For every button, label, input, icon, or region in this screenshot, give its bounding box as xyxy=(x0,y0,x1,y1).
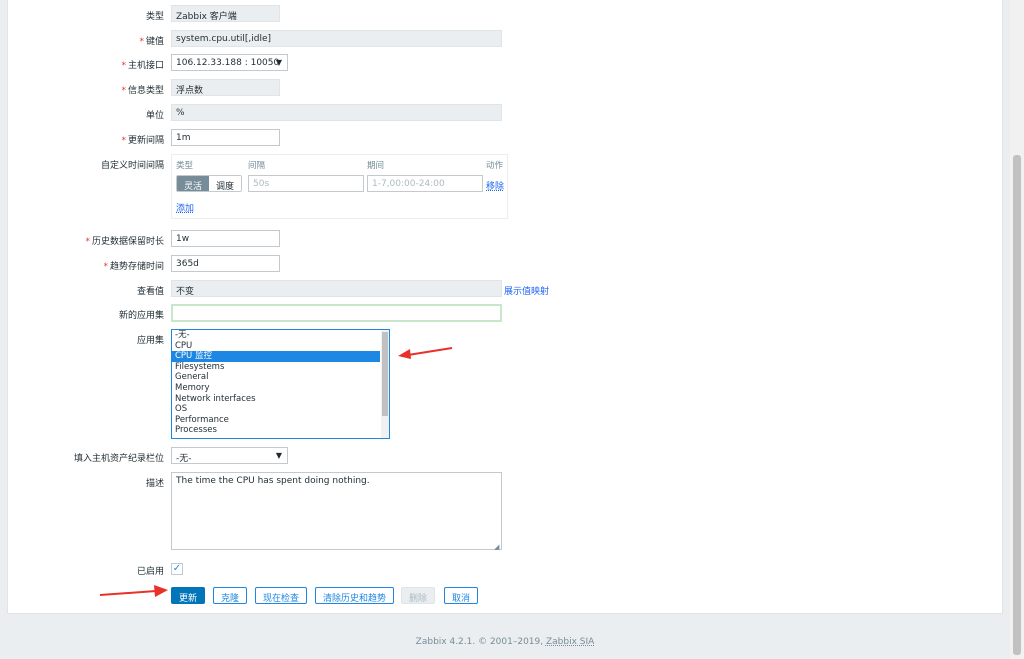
listbox-scrollbar-thumb[interactable] xyxy=(382,332,388,416)
show-value-mappings-link[interactable]: 展示值映射 xyxy=(504,284,549,297)
enabled-label: 已启用 xyxy=(136,567,164,577)
inventory-select[interactable]: -无- ▼ xyxy=(171,447,288,464)
type-field: Zabbix 客户端 xyxy=(171,5,280,22)
check-now-button[interactable]: 现在检查 xyxy=(255,587,308,604)
resize-handle-icon[interactable]: ◢ xyxy=(494,543,499,551)
remove-interval-link[interactable]: 移除 xyxy=(486,179,504,192)
annotation-arrow-right-icon xyxy=(99,585,168,597)
interval-type-toggle: 灵活 调度 xyxy=(176,175,243,192)
application-option[interactable]: -无- xyxy=(172,330,389,341)
caret-down-icon: ▼ xyxy=(275,58,282,67)
applications-label: 应用集 xyxy=(136,336,164,346)
application-option-selected[interactable]: CPU 监控 xyxy=(172,351,380,362)
units-label: 单位 xyxy=(145,111,164,121)
application-option[interactable]: Filesystems xyxy=(172,362,389,373)
col-interval-header: 间隔 xyxy=(248,161,266,171)
clone-button[interactable]: 克隆 xyxy=(213,587,248,604)
application-option[interactable]: CPU xyxy=(172,341,389,352)
footer-text: Zabbix 4.2.1. © 2001–2019, xyxy=(415,637,546,647)
application-option[interactable]: Memory xyxy=(172,383,389,394)
custom-interval-input[interactable]: 50s xyxy=(248,175,364,192)
required-mark: * xyxy=(121,136,126,146)
update-button[interactable]: 更新 xyxy=(171,587,206,604)
cancel-button[interactable]: 取消 xyxy=(444,587,479,604)
interface-label: * 主机接口 xyxy=(121,58,164,71)
application-option[interactable]: OS xyxy=(172,404,389,415)
scheduling-option[interactable]: 调度 xyxy=(209,176,242,191)
type-label: 类型 xyxy=(145,12,164,22)
clear-history-button[interactable]: 清除历史和趋势 xyxy=(315,587,395,604)
footer: Zabbix 4.2.1. © 2001–2019, Zabbix SIA xyxy=(0,637,1010,647)
custom-period-input[interactable]: 1-7,00:00-24:00 xyxy=(367,175,483,192)
col-type-header: 类型 xyxy=(176,161,194,171)
delete-button: 删除 xyxy=(401,587,436,604)
application-option[interactable]: General xyxy=(172,372,389,383)
enabled-checkbox[interactable]: ✓ xyxy=(171,563,183,575)
trends-input[interactable]: 365d xyxy=(171,255,280,272)
col-period-header: 期间 xyxy=(367,161,385,171)
valuemap-field: 不变 xyxy=(171,280,502,297)
custom-intervals-table: 类型 间隔 期间 动作 灵活 调度 50s 1-7,00:00-24:00 移除… xyxy=(171,154,508,219)
info-type-label: * 信息类型 xyxy=(121,83,164,96)
checkmark-icon: ✓ xyxy=(172,563,182,574)
history-label-text: 历史数据保留时长 xyxy=(91,237,164,247)
units-field: % xyxy=(171,104,502,121)
application-option[interactable]: Processes xyxy=(172,425,389,436)
inventory-label: 填入主机资产纪录栏位 xyxy=(73,454,164,464)
interface-select[interactable]: 106.12.33.188 : 10050 ▼ xyxy=(171,54,288,71)
history-label: * 历史数据保留时长 xyxy=(85,234,164,247)
key-label: * 键值 xyxy=(139,34,164,47)
required-mark: * xyxy=(139,37,144,47)
interface-select-value: 106.12.33.188 : 10050 xyxy=(176,58,280,68)
applications-listbox[interactable]: -无- CPU CPU 监控 Filesystems General Memor… xyxy=(171,329,390,439)
info-type-field: 浮点数 xyxy=(171,79,280,96)
flexible-option[interactable]: 灵活 xyxy=(177,176,210,191)
new-application-label: 新的应用集 xyxy=(118,311,164,321)
info-type-label-text: 信息类型 xyxy=(127,86,164,96)
key-label-text: 键值 xyxy=(145,37,164,47)
application-option[interactable]: Performance xyxy=(172,415,389,426)
inventory-select-value: -无- xyxy=(176,454,192,464)
listbox-scrollbar[interactable] xyxy=(381,330,389,438)
description-textarea[interactable]: The time the CPU has spent doing nothing… xyxy=(171,472,502,550)
valuemap-label: 查看值 xyxy=(136,287,164,297)
trends-label-text: 趋势存储时间 xyxy=(109,262,164,272)
new-application-input[interactable] xyxy=(171,304,502,322)
interval-label: * 更新间隔 xyxy=(121,133,164,146)
page-scrollbar-thumb[interactable] xyxy=(1013,155,1021,655)
add-interval-link[interactable]: 添加 xyxy=(176,201,194,214)
description-label: 描述 xyxy=(145,479,164,489)
annotation-arrow-left-icon xyxy=(398,347,453,359)
page-scrollbar[interactable] xyxy=(1010,0,1024,659)
col-action-header: 动作 xyxy=(486,161,504,171)
required-mark: * xyxy=(103,262,108,272)
interface-label-text: 主机接口 xyxy=(127,61,164,71)
interval-label-text: 更新间隔 xyxy=(127,136,164,146)
interval-input[interactable]: 1m xyxy=(171,129,280,146)
custom-intervals-label: 自定义时间间隔 xyxy=(100,161,164,171)
required-mark: * xyxy=(85,237,90,247)
required-mark: * xyxy=(121,61,126,71)
caret-down-icon: ▼ xyxy=(275,451,282,460)
key-field: system.cpu.util[,idle] xyxy=(171,30,502,47)
history-input[interactable]: 1w xyxy=(171,230,280,247)
application-option[interactable]: Network interfaces xyxy=(172,394,389,405)
footer-company-link[interactable]: Zabbix SIA xyxy=(546,637,594,647)
trends-label: * 趋势存储时间 xyxy=(103,259,164,272)
required-mark: * xyxy=(121,86,126,96)
